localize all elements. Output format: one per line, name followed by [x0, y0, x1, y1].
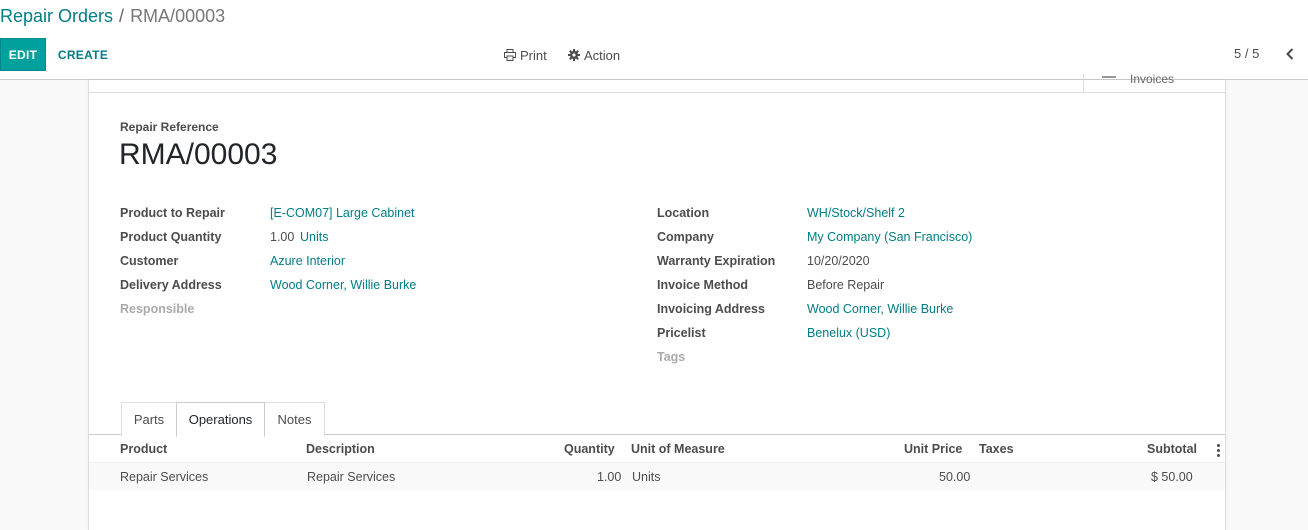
invoices-smart-button[interactable]: Invoices — [1083, 74, 1225, 93]
location-label: Location — [657, 206, 710, 220]
action-dropdown-button[interactable]: Action — [568, 44, 620, 66]
pricelist-link[interactable]: Benelux (USD) — [807, 326, 890, 340]
invoices-label: Invoices — [1130, 74, 1175, 86]
table-row[interactable]: Repair Services Repair Services 1.00 Uni… — [89, 462, 1225, 490]
delivery-address-label: Delivery Address — [120, 278, 222, 292]
product-to-repair-label: Product to Repair — [120, 206, 225, 220]
column-taxes[interactable]: Taxes — [979, 442, 1014, 456]
form-sheet: Invoices Repair Reference RMA/00003 Prod… — [88, 74, 1226, 530]
breadcrumb-separator: / — [119, 6, 125, 26]
column-product[interactable]: Product — [120, 442, 167, 456]
column-unit-price[interactable]: Unit Price — [904, 442, 962, 456]
tab-operations[interactable]: Operations — [176, 402, 265, 437]
print-icon — [504, 49, 516, 61]
column-description[interactable]: Description — [306, 442, 375, 456]
breadcrumb-current: RMA/00003 — [130, 6, 226, 26]
product-quantity-label: Product Quantity — [120, 230, 222, 244]
warranty-expiration-value: 10/20/2020 — [807, 254, 870, 268]
breadcrumb: Repair Orders / RMA/00003 — [0, 6, 225, 27]
optional-columns-kebab-icon[interactable] — [1217, 444, 1221, 459]
pricelist-label: Pricelist — [657, 326, 706, 340]
print-label: Print — [520, 47, 547, 63]
invoice-icon — [1102, 74, 1116, 78]
delivery-address-link[interactable]: Wood Corner, Willie Burke — [270, 278, 416, 292]
row-subtotal: $ 50.00 — [1151, 470, 1193, 484]
company-link[interactable]: My Company (San Francisco) — [807, 230, 972, 244]
invoicing-address-link[interactable]: Wood Corner, Willie Burke — [807, 302, 953, 316]
button-box: Invoices — [89, 74, 1225, 93]
invoice-method-label: Invoice Method — [657, 278, 748, 292]
chevron-left-icon — [1286, 48, 1294, 60]
tags-label: Tags — [657, 350, 686, 364]
row-unit-of-measure: Units — [632, 470, 661, 484]
control-panel: Repair Orders / RMA/00003 EDIT CREATE Prin… — [0, 0, 1308, 80]
gear-icon — [568, 49, 580, 61]
edit-button[interactable]: EDIT — [0, 38, 46, 71]
invoice-method-value: Before Repair — [807, 278, 885, 292]
action-label: Action — [584, 47, 621, 63]
row-quantity: 1.00 — [597, 470, 622, 484]
warranty-expiration-label: Warranty Expiration — [657, 254, 776, 268]
company-label: Company — [657, 230, 714, 244]
responsible-label: Responsible — [120, 302, 195, 316]
row-description: Repair Services — [307, 470, 396, 484]
row-unit-price: 50.00 — [939, 470, 971, 484]
column-subtotal[interactable]: Subtotal — [1147, 442, 1197, 456]
customer-link[interactable]: Azure Interior — [270, 254, 345, 268]
column-unit-of-measure[interactable]: Unit of Measure — [631, 442, 725, 456]
repair-reference-value: RMA/00003 — [119, 138, 278, 171]
location-link[interactable]: WH/Stock/Shelf 2 — [807, 206, 905, 220]
create-button[interactable]: CREATE — [52, 38, 114, 71]
tab-notes[interactable]: Notes — [264, 402, 325, 436]
operations-table-header: Product Description Quantity Unit of Mea… — [89, 438, 1225, 462]
customer-label: Customer — [120, 254, 179, 268]
tab-parts[interactable]: Parts — [121, 402, 177, 436]
breadcrumb-repair-orders-link[interactable]: Repair Orders — [0, 6, 113, 26]
column-quantity[interactable]: Quantity — [564, 442, 615, 456]
repair-reference-label: Repair Reference — [120, 120, 219, 134]
product-to-repair-link[interactable]: [E-COM07] Large Cabinet — [270, 206, 415, 220]
pager-value[interactable]: 5 / 5 — [1234, 46, 1259, 61]
pager-previous-button[interactable] — [1282, 44, 1298, 64]
invoicing-address-label: Invoicing Address — [657, 302, 765, 316]
product-quantity-unit-link[interactable]: Units — [300, 230, 328, 244]
product-quantity-value: 1.00 — [270, 230, 295, 244]
print-dropdown-button[interactable]: Print — [504, 44, 547, 66]
row-product: Repair Services — [120, 470, 209, 484]
